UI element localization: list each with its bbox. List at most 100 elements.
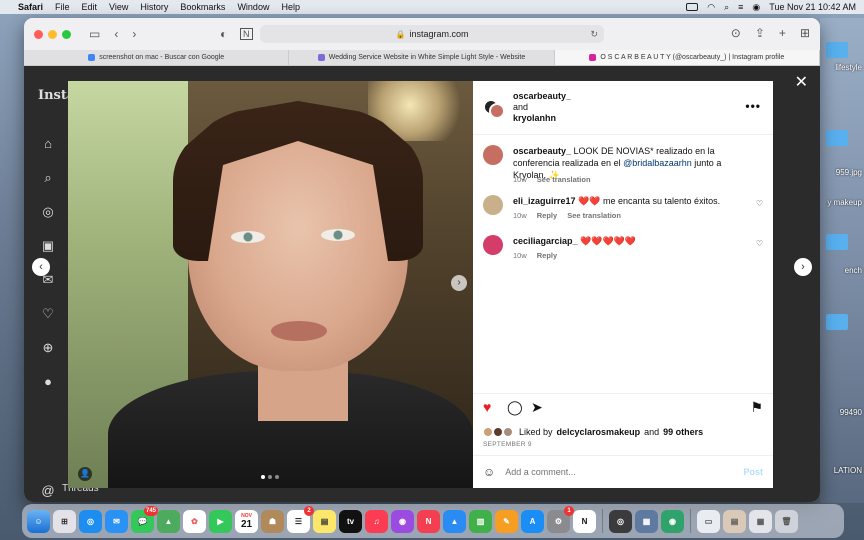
reminders-icon[interactable]: ☰ 2 — [287, 505, 314, 533]
menu-app-name[interactable]: Safari — [18, 2, 43, 12]
save-icon[interactable]: ⚑ — [750, 400, 763, 414]
contacts-icon[interactable]: ☗ — [261, 509, 284, 533]
folder-icon[interactable] — [826, 130, 848, 146]
zoom-window-button[interactable] — [62, 29, 71, 39]
close-modal-icon[interactable]: ✕ — [795, 72, 808, 92]
maps-icon[interactable]: ▲ — [157, 509, 180, 533]
control-center-icon[interactable]: ≡ — [738, 2, 743, 12]
author-name[interactable]: oscarbeauty_ — [513, 91, 571, 101]
create-icon[interactable]: ⊕ — [40, 340, 56, 356]
emoji-icon[interactable]: ☺ — [483, 465, 495, 479]
tab-google-search[interactable]: screenshot on mac - Buscar con Google — [24, 50, 290, 65]
find-my-icon[interactable]: ◉ — [661, 509, 684, 533]
menu-window[interactable]: Window — [237, 2, 269, 12]
notion-extension-icon[interactable]: N — [240, 28, 253, 40]
downloads-icon[interactable]: ⊙ — [731, 26, 741, 40]
menu-history[interactable]: History — [140, 2, 168, 12]
threads-icon[interactable]: @ — [40, 483, 56, 499]
system-settings-icon[interactable]: ⚙ 1 — [547, 505, 574, 533]
comment-user[interactable]: ceciliagarciap_ — [513, 236, 578, 246]
comment-input[interactable]: Add a comment... — [505, 467, 576, 477]
tab-overview-icon[interactable]: ⊞ — [800, 26, 810, 40]
menu-help[interactable]: Help — [281, 2, 300, 12]
preview-icon[interactable]: ▦ — [635, 509, 658, 533]
siri-icon[interactable]: ◉ — [752, 2, 760, 13]
reels-icon[interactable]: ▣ — [40, 238, 56, 254]
menu-edit[interactable]: Edit — [82, 2, 98, 12]
carousel-next-button[interactable]: › — [451, 275, 467, 291]
messages-icon[interactable]: 💬 745 — [131, 505, 158, 533]
menu-view[interactable]: View — [109, 2, 128, 12]
tab-wedding-website[interactable]: Wedding Service Website in White Simple … — [289, 50, 555, 65]
menu-bookmarks[interactable]: Bookmarks — [180, 2, 225, 12]
notes-icon[interactable]: ▤ — [313, 509, 336, 533]
avatar[interactable] — [483, 195, 503, 215]
avatar[interactable] — [483, 145, 503, 165]
app-store-icon[interactable]: A — [521, 509, 544, 533]
profile-icon[interactable]: ● — [40, 374, 56, 390]
back-icon[interactable]: ‹ — [114, 27, 118, 41]
like-comment-icon[interactable]: ♡ — [756, 239, 763, 248]
pages-icon[interactable]: ✎ — [495, 509, 518, 533]
comment-user[interactable]: eli_izaguirre17 — [513, 196, 576, 206]
share-icon[interactable]: ➤ — [531, 400, 543, 414]
documents-stack-icon[interactable]: ▦ — [749, 509, 772, 533]
tab-instagram-profile[interactable]: O S C A R B E A U T Y (@oscarbeauty_) | … — [554, 50, 820, 65]
facetime-icon[interactable]: ▶ — [209, 509, 232, 533]
reply-link[interactable]: Reply — [537, 251, 557, 260]
liked-heart-icon[interactable]: ♥ — [483, 400, 491, 414]
liked-by-user[interactable]: delcyclarosmakeup — [557, 427, 641, 437]
previous-post-button[interactable]: ‹ — [32, 258, 50, 276]
apple-tv-icon[interactable]: tv — [339, 509, 362, 533]
more-options-icon[interactable]: ••• — [745, 99, 761, 113]
podcasts-icon[interactable]: ◉ — [391, 509, 414, 533]
see-translation-link[interactable]: See translation — [537, 175, 591, 184]
sidebar-icon[interactable]: ▭ — [89, 27, 100, 41]
next-post-button[interactable]: › — [794, 258, 812, 276]
mention-link[interactable]: @bridalbazaarhn — [623, 158, 692, 168]
downloads-stack-icon[interactable]: ▭ — [697, 509, 720, 533]
calendar-icon[interactable]: NOV 21 — [235, 509, 258, 533]
trash-icon[interactable]: 🗑 — [775, 509, 798, 533]
privacy-shield-icon[interactable]: ◐ — [220, 27, 227, 41]
comment-icon[interactable]: ◯ — [507, 400, 523, 414]
explore-icon[interactable]: ◎ — [40, 204, 56, 220]
minimize-window-button[interactable] — [48, 29, 57, 39]
clock-datetime[interactable]: Tue Nov 21 10:42 AM — [769, 2, 856, 12]
finder-icon[interactable]: ☺ — [27, 509, 50, 533]
author-name[interactable]: kryolanhn — [513, 113, 556, 123]
folder-icon[interactable] — [826, 314, 848, 330]
notifications-icon[interactable]: ♡ — [40, 306, 56, 322]
news-icon[interactable]: N — [417, 509, 440, 533]
screenshots-stack-icon[interactable]: ▤ — [723, 509, 746, 533]
mail-icon[interactable]: ✉ — [105, 509, 128, 533]
see-translation-link[interactable]: See translation — [567, 211, 621, 220]
liked-by-others[interactable]: 99 others — [663, 427, 703, 437]
photos-icon[interactable]: ✿ — [183, 509, 206, 533]
tagged-user-icon[interactable]: 👤 — [78, 467, 92, 481]
keynote-icon[interactable]: ▲ — [443, 509, 466, 533]
safari-icon[interactable]: ◎ — [79, 509, 102, 533]
reply-link[interactable]: Reply — [537, 211, 557, 220]
search-icon[interactable]: ⌕ — [724, 2, 729, 13]
post-image[interactable]: › 👤 — [68, 81, 473, 488]
reload-icon[interactable]: ↻ — [590, 29, 598, 40]
folder-icon[interactable] — [826, 234, 848, 250]
like-comment-icon[interactable]: ♡ — [756, 199, 763, 208]
numbers-icon[interactable]: ▥ — [469, 509, 492, 533]
battery-icon[interactable] — [686, 3, 699, 11]
post-comment-button[interactable]: Post — [743, 467, 763, 477]
new-tab-icon[interactable]: + — [779, 26, 786, 40]
avatar[interactable] — [489, 103, 505, 119]
close-window-button[interactable] — [34, 29, 43, 39]
caption-user[interactable]: oscarbeauty_ — [513, 146, 571, 156]
share-icon[interactable]: ⇪ — [755, 26, 765, 40]
avatar[interactable] — [483, 235, 503, 255]
wifi-icon[interactable]: ◠ — [707, 2, 715, 13]
quicktime-icon[interactable]: ◎ — [609, 509, 632, 533]
menu-file[interactable]: File — [55, 2, 70, 12]
music-icon[interactable]: ♫ — [365, 509, 388, 533]
notion-icon[interactable]: N — [573, 509, 596, 533]
search-icon[interactable]: ⌕ — [40, 170, 56, 186]
forward-icon[interactable]: › — [132, 27, 136, 41]
